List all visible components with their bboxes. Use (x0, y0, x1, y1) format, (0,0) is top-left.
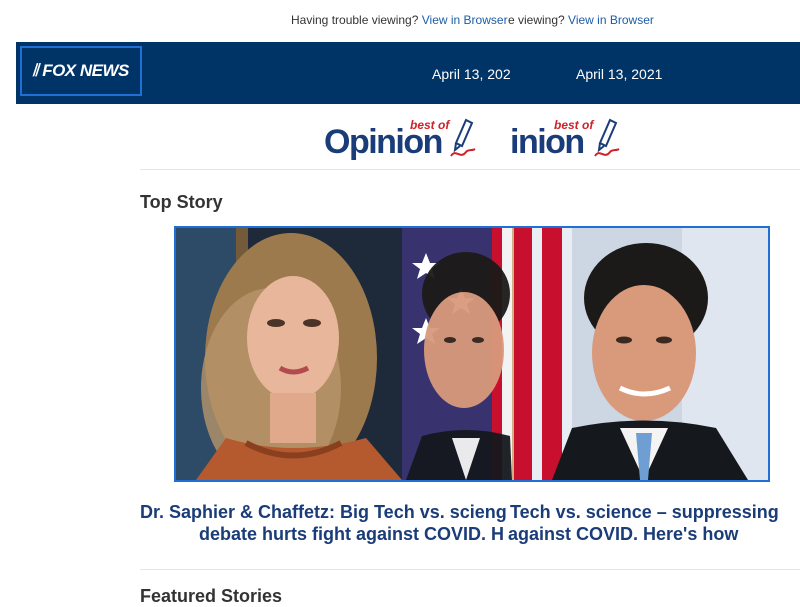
preheader-text-duplicate: e viewing? (508, 13, 565, 27)
view-in-browser-link-duplicate[interactable]: View in Browser (568, 13, 654, 27)
divider (140, 569, 800, 570)
opinion-word: Opinion (324, 123, 443, 161)
top-story-image[interactable] (174, 226, 770, 482)
opinion-word-duplicate: inion (510, 123, 585, 161)
preheader-message-duplicate: e viewing? View in Browser (508, 13, 654, 27)
headline-line2-part-a: debate hurts fight against COVID. H (199, 524, 505, 544)
header-date: April 13, 2021 (576, 66, 663, 82)
fox-news-logo[interactable]: ⫽ FOX NEWS (20, 46, 142, 96)
top-story-headline-line1[interactable]: Dr. Saphier & Chaffetz: Big Tech vs. sci… (140, 502, 800, 526)
top-story-title: Top Story (140, 192, 223, 212)
best-of-opinion-logo-duplicate: best of inion (510, 118, 625, 162)
header-date-cut: April 13, 202 (432, 66, 511, 82)
pen-icon (450, 118, 476, 157)
preheader-text: Having trouble viewing? (291, 13, 419, 27)
divider (140, 169, 800, 170)
best-of-opinion-logo: best of Opinion (322, 118, 480, 162)
header-bar: ⫽ FOX NEWS April 13, 202 April 13, 2021 (16, 42, 800, 104)
pen-icon (594, 118, 620, 157)
preheader-message: Having trouble viewing? View in Browser (291, 13, 508, 27)
top-story-photo (176, 228, 768, 480)
top-story-headline-line2[interactable]: debate hurts fight against COVID. H agai… (140, 524, 800, 548)
fox-logo-mark-icon: ⫽ (33, 61, 41, 80)
headline-line2-part-b: against COVID. Here's how (508, 524, 739, 545)
headline-line1-part-b: Tech vs. science – suppressing (510, 502, 779, 523)
headline-line1-part-a: Dr. Saphier & Chaffetz: Big Tech vs. sci… (140, 502, 507, 522)
featured-stories-title: Featured Stories (140, 586, 283, 606)
fox-news-logo-text: FOX NEWS (42, 61, 129, 80)
view-in-browser-link[interactable]: View in Browser (422, 13, 508, 27)
